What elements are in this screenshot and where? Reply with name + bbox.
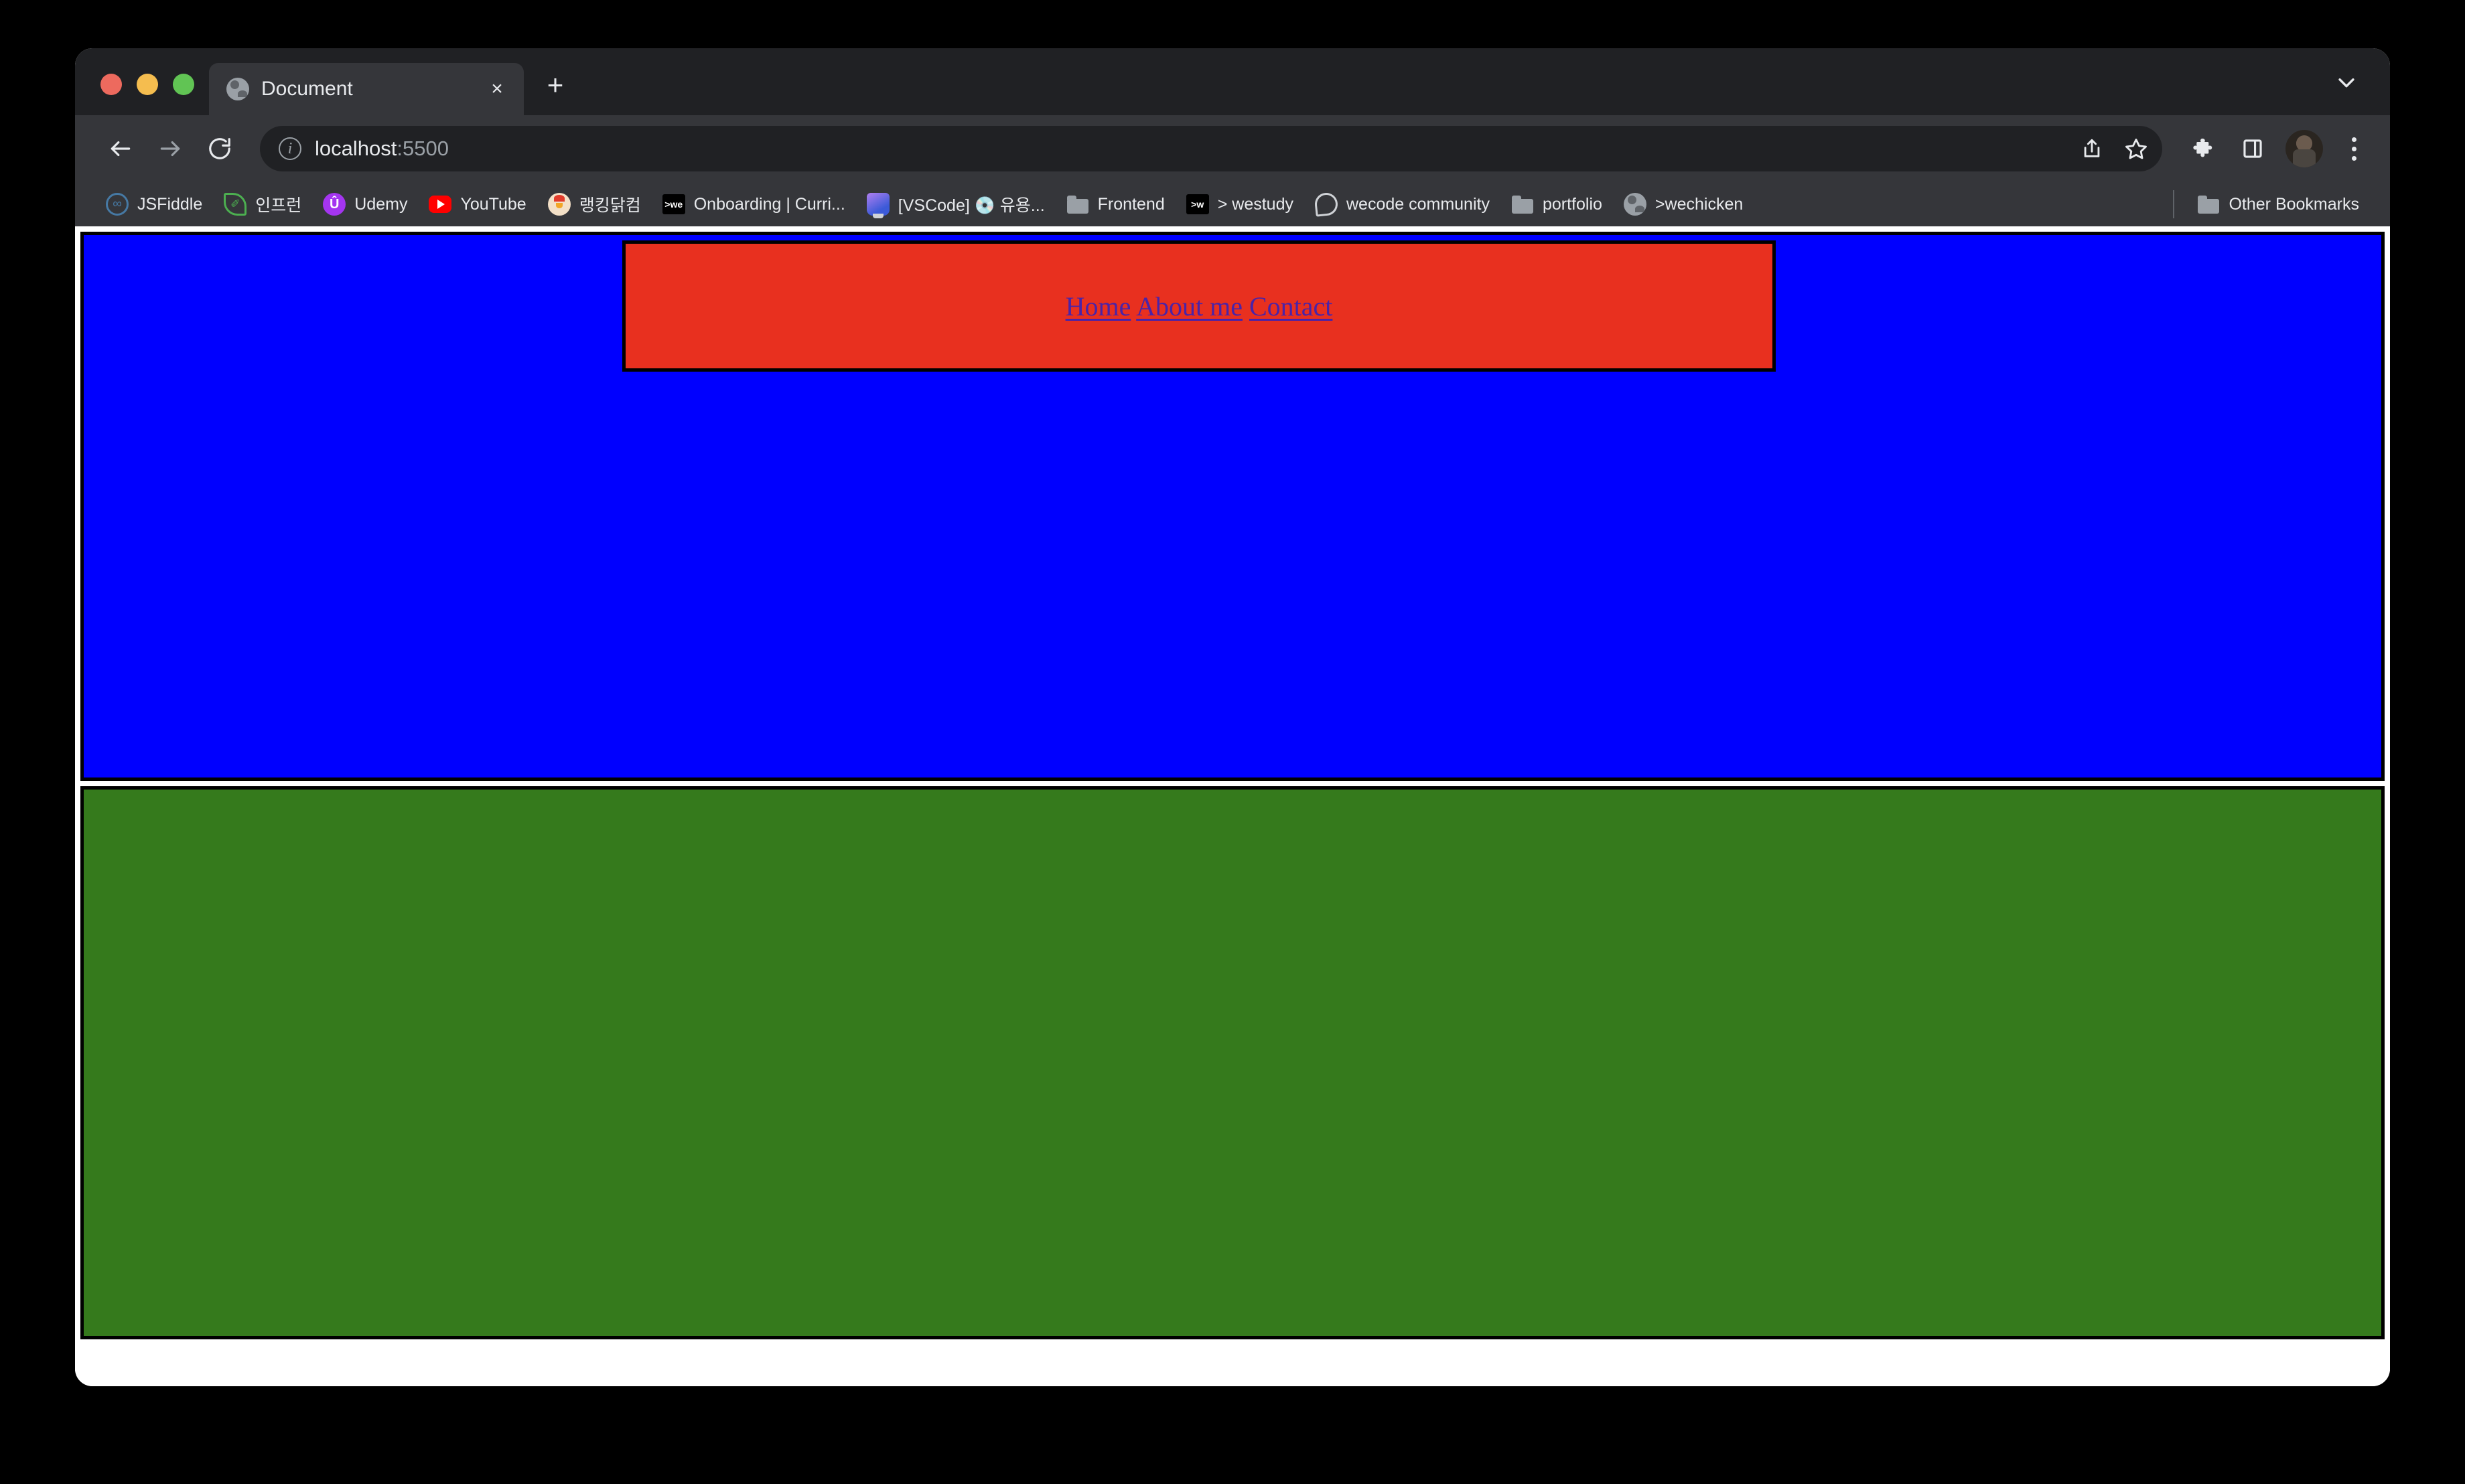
- side-panel-icon[interactable]: [2232, 128, 2273, 169]
- tab-document[interactable]: Document ×: [209, 63, 524, 115]
- browser-toolbar: i localhost:5500: [75, 115, 2390, 182]
- other-bookmarks-button[interactable]: Other Bookmarks: [2186, 189, 2370, 220]
- url-text: localhost:5500: [315, 137, 449, 161]
- bookmark-inflearn[interactable]: ✐ 인프런: [213, 188, 312, 220]
- puzzle-icon[interactable]: [2184, 128, 2225, 169]
- bookmark-wechicken[interactable]: >wechicken: [1613, 189, 1754, 220]
- bookmark-westudy[interactable]: >w > westudy: [1176, 190, 1304, 218]
- forward-arrow-icon[interactable]: [149, 127, 192, 170]
- close-window-button[interactable]: [100, 74, 122, 95]
- bookmark-youtube[interactable]: YouTube: [418, 191, 537, 218]
- bookmark-frontend[interactable]: Frontend: [1056, 189, 1176, 220]
- chevron-down-icon[interactable]: [2330, 66, 2363, 99]
- other-bookmarks[interactable]: Other Bookmarks: [2173, 182, 2370, 226]
- nav-link-contact[interactable]: Contact: [1249, 291, 1332, 321]
- nav-links: Home About me Contact: [1066, 291, 1333, 322]
- blue-header-section: Home About me Contact: [80, 232, 2385, 781]
- globe-icon: [226, 78, 249, 100]
- chicken-icon: [547, 193, 571, 216]
- info-icon[interactable]: i: [279, 137, 301, 160]
- inflearn-icon: ✐: [224, 193, 247, 216]
- reload-icon[interactable]: [198, 127, 241, 170]
- bookmark-rankingdak[interactable]: 랭킹닭컴: [537, 188, 652, 220]
- bookmark-label: >wechicken: [1654, 194, 1744, 214]
- tab-strip: Document × +: [75, 48, 2390, 115]
- globe-icon: [1623, 193, 1646, 216]
- bookmark-wecode-community[interactable]: wecode community: [1304, 189, 1500, 220]
- bookmark-label: 랭킹닭컴: [579, 196, 641, 215]
- bookmark-vscode[interactable]: [VSCode] 💿 유용...: [856, 188, 1056, 220]
- bookmark-label: 인프런: [255, 196, 302, 215]
- other-bookmarks-label: Other Bookmarks: [2229, 194, 2359, 214]
- udemy-icon: Û: [323, 193, 346, 216]
- bookmark-label: Udemy: [354, 194, 408, 214]
- jsfiddle-icon: ∞: [106, 193, 129, 216]
- new-tab-button[interactable]: +: [535, 64, 576, 106]
- bookmark-portfolio[interactable]: portfolio: [1500, 189, 1613, 220]
- bookmark-label: Frontend: [1097, 194, 1165, 214]
- bookmark-label: Onboarding | Curri...: [693, 194, 845, 214]
- folder-icon: [1511, 193, 1534, 216]
- share-icon[interactable]: [2071, 128, 2113, 169]
- bookmark-udemy[interactable]: Û Udemy: [312, 189, 418, 220]
- three-dots-icon[interactable]: [2335, 128, 2373, 169]
- youtube-icon: [429, 196, 452, 213]
- omnibox-actions: [2071, 126, 2157, 171]
- minimize-window-button[interactable]: [137, 74, 158, 95]
- westudy-icon: >w: [1186, 194, 1209, 214]
- vscode-icon: [866, 193, 890, 216]
- red-nav-bar: Home About me Contact: [622, 240, 1776, 372]
- page-viewport: Home About me Contact: [75, 226, 2390, 1386]
- bookmark-onboarding[interactable]: >we Onboarding | Curri...: [652, 190, 856, 218]
- bookmarks-bar: ∞ JSFiddle ✐ 인프런 Û Udemy YouTube 랭킹닭컴 >w…: [75, 182, 2390, 226]
- divider: [2173, 190, 2175, 218]
- url-host: localhost: [315, 137, 397, 160]
- window-controls: [75, 74, 209, 115]
- wecode-icon: [1314, 192, 1339, 217]
- close-icon[interactable]: ×: [484, 76, 510, 102]
- bookmark-label: portfolio: [1542, 194, 1602, 214]
- bookmark-label: [VSCode] 💿 유용...: [898, 196, 1045, 215]
- bookmark-label: YouTube: [460, 194, 526, 214]
- nav-link-about-me[interactable]: About me: [1136, 291, 1243, 321]
- address-bar[interactable]: i localhost:5500: [260, 126, 2162, 171]
- bookmark-label: wecode community: [1346, 194, 1490, 214]
- browser-window: Document × + i localhost:5500 ∞ JSFiddle…: [75, 48, 2390, 1386]
- westudy-icon: >we: [662, 194, 685, 214]
- folder-icon: [2197, 193, 2220, 216]
- url-port: :5500: [397, 137, 449, 160]
- green-main-section: [80, 786, 2385, 1339]
- star-icon[interactable]: [2115, 128, 2157, 169]
- maximize-window-button[interactable]: [173, 74, 194, 95]
- avatar[interactable]: [2285, 130, 2323, 167]
- nav-link-home[interactable]: Home: [1066, 291, 1131, 321]
- bookmark-jsfiddle[interactable]: ∞ JSFiddle: [95, 189, 213, 220]
- back-arrow-icon[interactable]: [99, 127, 142, 170]
- tab-title: Document: [261, 78, 353, 100]
- folder-icon: [1066, 193, 1089, 216]
- bookmark-label: > westudy: [1217, 194, 1293, 214]
- bookmark-label: JSFiddle: [137, 194, 203, 214]
